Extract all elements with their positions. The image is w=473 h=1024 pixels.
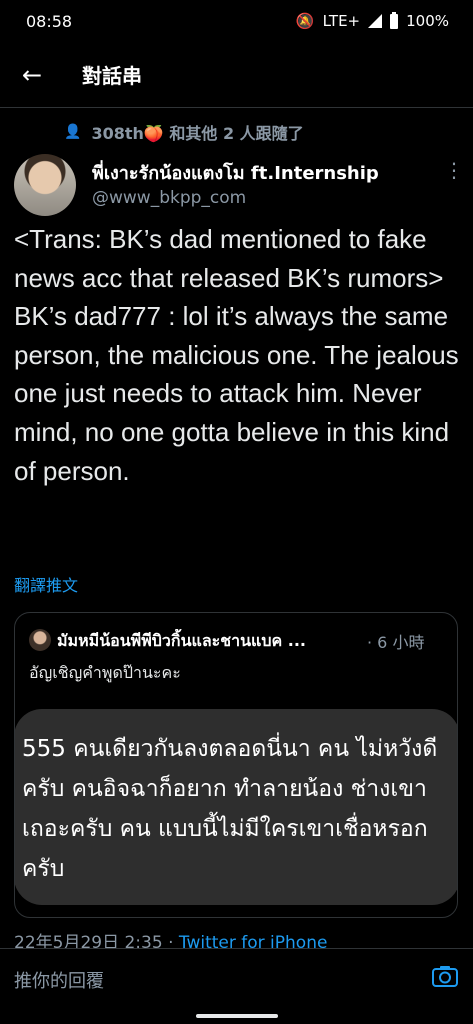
translate-tweet-link[interactable]: 翻譯推文 [14,572,78,596]
person-icon: 👤 [64,124,82,140]
mute-icon: 🔕 [295,12,315,30]
network-label: LTE+ [322,12,361,30]
author-handle[interactable]: @www_bkpp_com [92,188,246,208]
tweet-text-line: <Trans: BK’s dad mentioned to fake news … [14,224,444,293]
quoted-time: · 6 小時 [367,633,425,652]
more-options-icon[interactable]: ⋮ [444,160,464,180]
page-title: 對話串 [82,64,142,88]
signal-icon [368,14,383,28]
status-bar: 08:58 🔕 LTE+ 100% [0,0,473,42]
quoted-avatar [29,629,51,651]
quoted-tweet[interactable]: มัมหมีน้อนพีพีบิวกิ้นและชานแบค ... · 6 小… [14,612,458,918]
social-context-text: 308th🍑 和其他 2 人跟隨了 [91,124,304,143]
status-time: 08:58 [26,11,73,31]
home-indicator [196,1014,278,1018]
top-app-bar: ← 對話串 [0,42,473,108]
tweet-text: <Trans: BK’s dad mentioned to fake news … [14,220,464,490]
battery-percent: 100% [406,12,449,30]
reply-bar: 推你的回覆 [0,948,473,1006]
reply-input[interactable]: 推你的回覆 [14,967,104,993]
avatar[interactable] [14,154,76,216]
quoted-display-name: มัมหมีน้อนพีพีบิวกิ้นและชานแบค ... [57,631,306,650]
quoted-image-text: 555 คนเดียวกันลงตลอดนี่นา คน ไม่หวังดีคร… [22,736,438,882]
back-arrow-icon[interactable]: ← [16,59,48,91]
quoted-image: 555 คนเดียวกันลงตลอดนี่นา คน ไม่หวังดีคร… [15,709,457,905]
author-display-name[interactable]: พี่เงาะรักน้องแตงโม ft.Internship [92,158,379,187]
tweet-text-line: BK’s dad777 : lol it’s always the same p… [14,301,459,486]
battery-icon [390,11,399,29]
camera-icon[interactable] [432,965,458,987]
social-context[interactable]: 👤 308th🍑 和其他 2 人跟隨了 [64,120,304,144]
quoted-text: อัญเชิญคำพูดป๊านะคะ [29,663,181,682]
status-icons: 🔕 LTE+ 100% [295,11,449,30]
